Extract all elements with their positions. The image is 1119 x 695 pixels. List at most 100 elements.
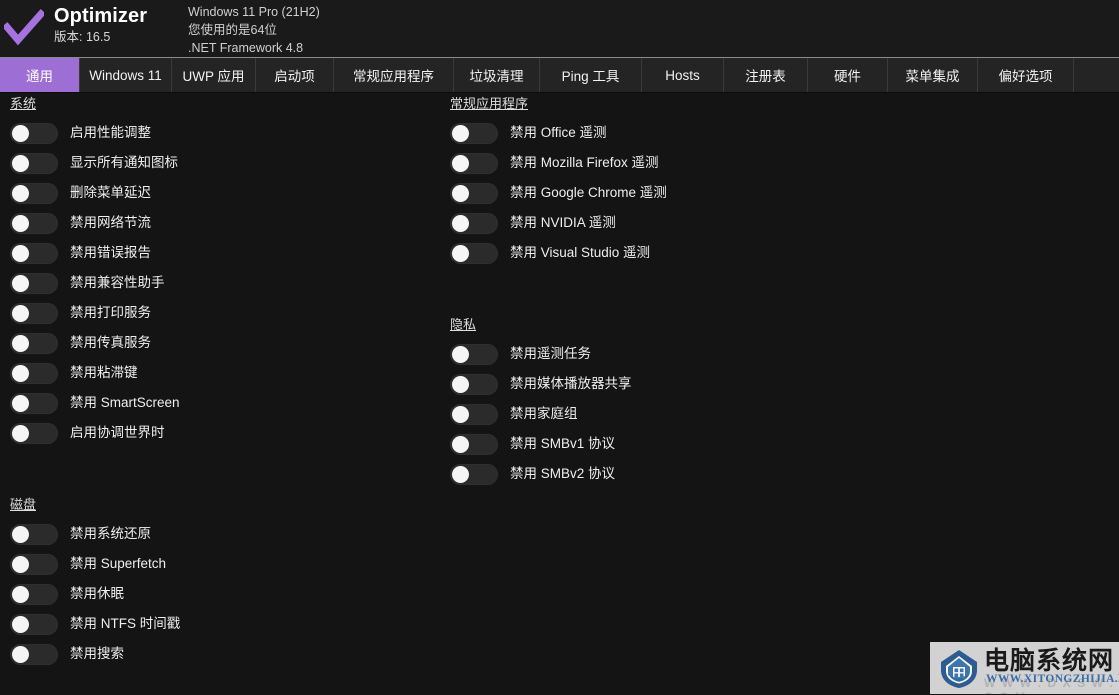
toggle-knob <box>452 345 469 363</box>
toggle-knob <box>452 405 469 423</box>
toggle-knob <box>12 334 29 352</box>
toggle-switch[interactable] <box>450 403 498 425</box>
toggle-switch[interactable] <box>10 302 58 324</box>
setting-label: 禁用媒体播放器共享 <box>510 376 632 391</box>
toggle-knob <box>452 214 469 232</box>
tab-8[interactable]: Hosts <box>642 58 724 92</box>
toggle-switch[interactable] <box>10 272 58 294</box>
toggle-switch[interactable] <box>450 212 498 234</box>
tab-label: 菜单集成 <box>905 69 960 84</box>
purple-checkmark-icon <box>4 8 44 49</box>
toggle-switch[interactable] <box>10 613 58 635</box>
settings-section: 隐私 禁用遥测任务 禁用媒体播放器共享 禁用家庭组 禁用 SMBv1 协议 禁用 SMBv… <box>450 314 880 489</box>
tab-1[interactable]: 通用 <box>0 58 80 92</box>
setting-row: 禁用 Office 遥测 <box>450 118 880 148</box>
tab-bar: 通用 Windows 11 UWP 应用 启动项 常规应用程序 垃圾清理 Ping 工具 Ho… <box>0 57 1119 93</box>
toggle-knob <box>452 244 469 262</box>
setting-row: 禁用粘滞键 <box>10 358 430 388</box>
toggle-knob <box>452 435 469 453</box>
system-info-framework: .NET Framework 4.8 <box>188 41 304 55</box>
setting-label: 启用性能调整 <box>70 125 151 140</box>
app-title-block: Optimizer 版本: 16.5 <box>54 0 176 46</box>
setting-row: 删除菜单延迟 <box>10 178 430 208</box>
section-title: 隐私 <box>450 317 477 332</box>
toggle-switch[interactable] <box>10 242 58 264</box>
toggle-knob <box>452 375 469 393</box>
setting-row: 禁用 SMBv2 协议 <box>450 459 880 489</box>
toggle-switch[interactable] <box>450 343 498 365</box>
settings-section: 常规应用程序 禁用 Office 遥测 禁用 Mozilla Firefox 遥测禁… <box>450 93 880 268</box>
toggle-knob <box>12 424 29 442</box>
toggle-knob <box>452 465 469 483</box>
tab-3[interactable]: UWP 应用 <box>172 58 256 92</box>
tab-9[interactable]: 注册表 <box>724 58 808 92</box>
toggle-knob <box>12 154 29 172</box>
app-version-label: 版本: 16.5 <box>54 30 111 44</box>
setting-label: 禁用 SMBv2 协议 <box>510 466 616 481</box>
toggle-switch[interactable] <box>10 553 58 575</box>
toggle-switch[interactable] <box>10 523 58 545</box>
toggle-knob <box>12 394 29 412</box>
setting-row: 禁用媒体播放器共享 <box>450 369 880 399</box>
setting-label: 启用协调世界时 <box>70 425 165 440</box>
page-title: Optimizer <box>54 5 148 27</box>
tab-label: 硬件 <box>834 69 861 84</box>
tab-11[interactable]: 菜单集成 <box>888 58 978 92</box>
toggle-switch[interactable] <box>10 332 58 354</box>
tab-10[interactable]: 硬件 <box>808 58 888 92</box>
tab-label: Windows 11 <box>89 67 162 83</box>
toggle-switch[interactable] <box>10 152 58 174</box>
tab-4[interactable]: 启动项 <box>256 58 334 92</box>
toggle-switch[interactable] <box>450 242 498 264</box>
tab-label: 垃圾清理 <box>469 69 524 84</box>
toggle-switch[interactable] <box>450 122 498 144</box>
house-shield-icon <box>938 647 980 689</box>
section-title: 磁盘 <box>10 497 37 512</box>
tab-label: UWP 应用 <box>182 69 245 84</box>
setting-label: 禁用 Google Chrome 遥测 <box>510 185 667 200</box>
setting-label: 禁用遥测任务 <box>510 346 591 361</box>
setting-row: 禁用 NVIDIA 遥测 <box>450 208 880 238</box>
setting-row: 禁用网络节流 <box>10 208 430 238</box>
toggle-knob <box>12 615 29 633</box>
toggle-switch[interactable] <box>10 422 58 444</box>
setting-row: 禁用 SmartScreen <box>10 388 430 418</box>
toggle-knob <box>12 214 29 232</box>
system-info-arch: 您使用的是64位 <box>188 23 277 37</box>
tab-5[interactable]: 常规应用程序 <box>334 58 454 92</box>
toggle-switch[interactable] <box>10 122 58 144</box>
tab-6[interactable]: 垃圾清理 <box>454 58 540 92</box>
watermark-url-primary: WWW.XITONGZHIJIA.NET <box>986 673 1119 685</box>
toggle-switch[interactable] <box>10 362 58 384</box>
toggle-knob <box>12 585 29 603</box>
toggle-switch[interactable] <box>450 463 498 485</box>
tab-2[interactable]: Windows 11 <box>80 58 172 92</box>
setting-row: 禁用错误报告 <box>10 238 430 268</box>
toggle-switch[interactable] <box>10 583 58 605</box>
tab-7[interactable]: Ping 工具 <box>540 58 642 92</box>
toggle-switch[interactable] <box>450 433 498 455</box>
app-logo <box>2 0 46 57</box>
toggle-switch[interactable] <box>10 643 58 665</box>
toggle-switch[interactable] <box>10 182 58 204</box>
toggle-switch[interactable] <box>450 152 498 174</box>
settings-section: 系统 启用性能调整 显示所有通知图标 删除菜单延迟 禁用网络节流 禁用错误报告 禁用兼容性助… <box>10 93 430 448</box>
toggle-switch[interactable] <box>450 182 498 204</box>
setting-row: 启用协调世界时 <box>10 418 430 448</box>
toggle-knob <box>12 244 29 262</box>
toggle-knob <box>12 304 29 322</box>
toggle-switch[interactable] <box>450 373 498 395</box>
setting-row: 禁用传真服务 <box>10 328 430 358</box>
toggle-knob <box>452 154 469 172</box>
system-info-os: Windows 11 Pro (21H2) <box>188 5 320 19</box>
setting-row: 禁用搜索 <box>10 639 430 669</box>
setting-row: 禁用家庭组 <box>450 399 880 429</box>
tab-label: 通用 <box>26 69 53 84</box>
setting-label: 禁用 NTFS 时间戳 <box>70 616 181 631</box>
toggle-switch[interactable] <box>10 392 58 414</box>
system-info: Windows 11 Pro (21H2) 您使用的是64位 .NET Fram… <box>188 0 320 57</box>
toggle-switch[interactable] <box>10 212 58 234</box>
toggle-knob <box>12 274 29 292</box>
setting-label: 禁用兼容性助手 <box>70 275 165 290</box>
tab-12[interactable]: 偏好选项 <box>978 58 1074 92</box>
